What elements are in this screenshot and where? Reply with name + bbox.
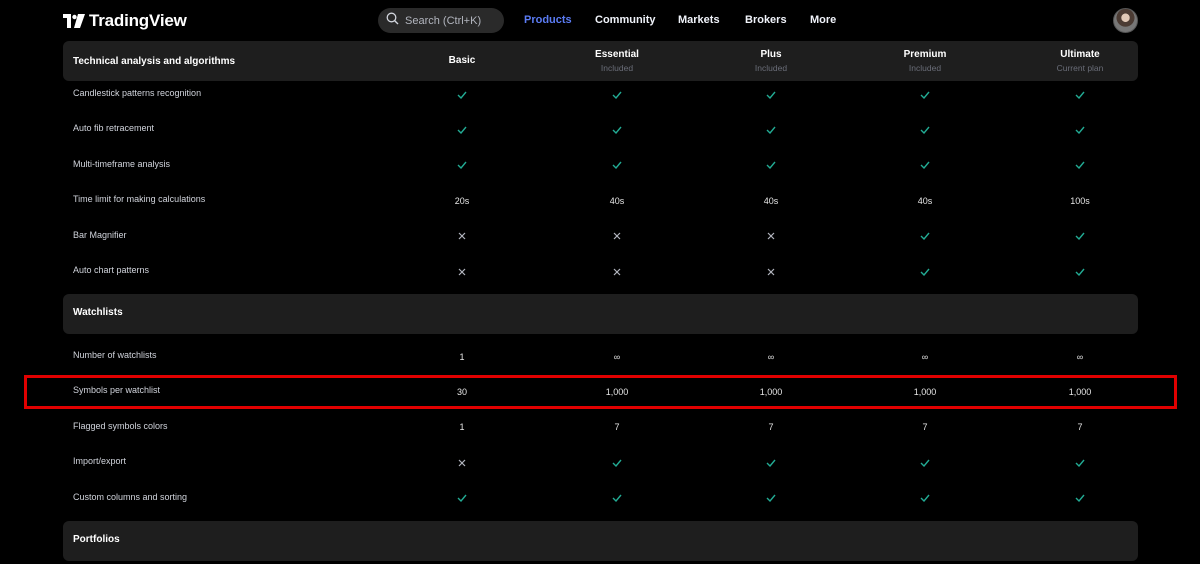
- row-label: Custom columns and sorting: [73, 491, 188, 502]
- check-icon: [1050, 481, 1110, 516]
- table-row: Number of watchlists 1 ∞ ∞ ∞ ∞: [63, 339, 1138, 374]
- nav-link-more[interactable]: More: [810, 14, 836, 26]
- row-label: Candlestick patterns recognition: [73, 88, 202, 98]
- nav-link-brokers[interactable]: Brokers: [745, 14, 787, 26]
- cell-value-essential: ∞: [613, 351, 621, 362]
- table-row: Custom columns and sorting: [63, 481, 1138, 516]
- cell-value-premium: ∞: [921, 351, 929, 362]
- check-icon: [895, 481, 955, 516]
- check-icon: [432, 77, 492, 112]
- tradingview-logo-icon: [63, 14, 85, 28]
- check-icon: [895, 219, 955, 254]
- nav-link-markets[interactable]: Markets: [678, 14, 720, 26]
- plan-header-premium: Premium Included: [903, 49, 947, 73]
- check-icon: [1050, 219, 1110, 254]
- section-watchlists: Watchlists: [63, 294, 1138, 334]
- check-icon: [741, 445, 801, 480]
- check-icon: [741, 148, 801, 183]
- table-row: Multi-timeframe analysis: [63, 148, 1138, 183]
- check-icon: [587, 148, 647, 183]
- plan-header-basic: Basic: [448, 55, 476, 66]
- table-row: Import/export: [63, 445, 1138, 480]
- check-icon: [895, 148, 955, 183]
- check-icon: [432, 112, 492, 147]
- table-row: Flagged symbols colors 1 7 7 7 7: [63, 410, 1138, 445]
- check-icon: [1050, 254, 1110, 289]
- check-icon: [895, 445, 955, 480]
- user-avatar[interactable]: [1113, 8, 1138, 33]
- row-label: Auto chart patterns: [73, 265, 150, 275]
- row-label: Flagged symbols colors: [73, 420, 168, 431]
- header-title: Technical analysis and algorithms: [73, 56, 236, 67]
- top-nav: TradingView Search (Ctrl+K) Products Com…: [0, 0, 1200, 41]
- row-label: Number of watchlists: [73, 350, 157, 360]
- check-icon: [895, 254, 955, 289]
- table-row: Auto chart patterns: [63, 254, 1138, 289]
- row-label: Bar Magnifier: [73, 229, 127, 240]
- table-row: Time limit for making calculations 20s 40s…: [63, 183, 1138, 218]
- check-icon: [587, 112, 647, 147]
- row-label: Auto fib retracement: [73, 123, 155, 134]
- table-row: Auto fib retracement: [63, 112, 1138, 147]
- cell-value-basic: 1: [459, 351, 465, 362]
- nav-link-community[interactable]: Community: [595, 14, 656, 26]
- cell-value-ultimate: 7: [1077, 422, 1083, 433]
- row-label: Time limit for making calculations: [73, 194, 206, 205]
- check-icon: [587, 481, 647, 516]
- row-label: Multi-timeframe analysis: [73, 158, 171, 169]
- cell-value-premium: 40s: [917, 195, 933, 206]
- check-icon: [895, 112, 955, 147]
- check-icon: [741, 77, 801, 112]
- cell-value-essential: 7: [614, 422, 620, 433]
- cross-icon: [741, 254, 801, 289]
- plan-header-ultimate: Ultimate Current plan: [1056, 49, 1104, 73]
- check-icon: [587, 77, 647, 112]
- section-title: Watchlists: [73, 307, 123, 318]
- cell-value-basic: 20s: [454, 195, 470, 206]
- row-label: Import/export: [73, 456, 127, 467]
- cell-value-plus: 40s: [763, 195, 779, 206]
- comparison-header: Technical analysis and algorithms Basic …: [63, 41, 1138, 81]
- search-icon: [386, 12, 399, 30]
- plan-header-essential: Essential Included: [595, 49, 639, 73]
- check-icon: [1050, 148, 1110, 183]
- cross-icon: [587, 219, 647, 254]
- search-input[interactable]: Search (Ctrl+K): [378, 8, 504, 33]
- table-row: Bar Magnifier: [63, 219, 1138, 254]
- check-icon: [587, 445, 647, 480]
- cell-value-essential: 40s: [609, 195, 625, 206]
- check-icon: [432, 481, 492, 516]
- table-row: Candlestick patterns recognition: [63, 77, 1138, 112]
- cross-icon: [432, 254, 492, 289]
- cross-icon: [587, 254, 647, 289]
- cell-value-premium: 7: [922, 422, 928, 433]
- highlight-box: [24, 375, 1177, 409]
- plan-header-plus: Plus Included: [754, 49, 788, 73]
- check-icon: [1050, 112, 1110, 147]
- cross-icon: [432, 445, 492, 480]
- nav-link-products[interactable]: Products: [524, 14, 572, 26]
- section-title: Portfolios: [73, 534, 120, 545]
- section-portfolios: Portfolios: [63, 521, 1138, 561]
- brand-name: TradingView: [89, 11, 187, 30]
- check-icon: [432, 148, 492, 183]
- check-icon: [741, 481, 801, 516]
- cell-value-plus: ∞: [767, 351, 775, 362]
- cell-value-basic: 1: [459, 422, 465, 433]
- check-icon: [895, 77, 955, 112]
- check-icon: [1050, 445, 1110, 480]
- search-placeholder: Search (Ctrl+K): [405, 14, 482, 27]
- tradingview-logo[interactable]: TradingView: [63, 10, 187, 32]
- cell-value-ultimate: ∞: [1076, 351, 1084, 362]
- cell-value-ultimate: 100s: [1070, 195, 1090, 206]
- cross-icon: [741, 219, 801, 254]
- cell-value-plus: 7: [768, 422, 774, 433]
- cross-icon: [432, 219, 492, 254]
- check-icon: [741, 112, 801, 147]
- check-icon: [1050, 77, 1110, 112]
